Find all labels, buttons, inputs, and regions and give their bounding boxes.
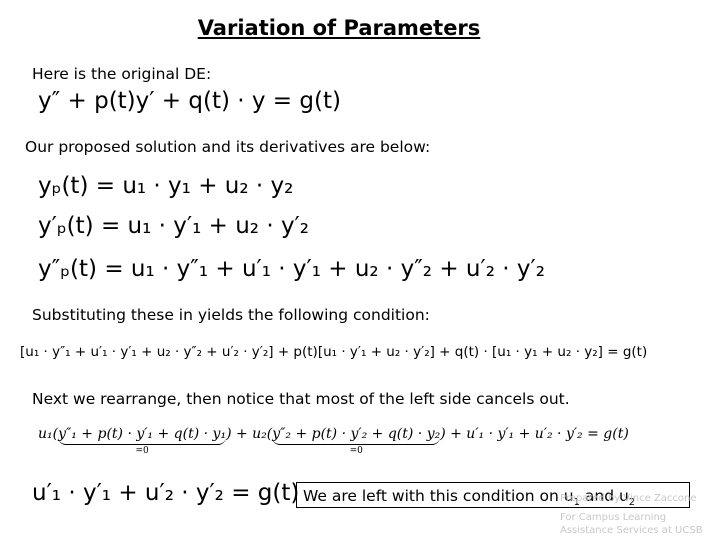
- proposed-text: Our proposed solution and its derivative…: [25, 138, 431, 156]
- footer-line-1: Prepared by Vince Zaccone: [560, 493, 697, 504]
- original-de-equation: y″ + p(t)y′ + q(t) · y = g(t): [38, 88, 341, 114]
- substituting-text: Substituting these in yields the followi…: [32, 306, 430, 324]
- callout-text: We are left with this condition on u: [303, 487, 574, 505]
- zero-label: =0: [349, 446, 363, 456]
- zero-label: =0: [135, 446, 149, 456]
- second-derivative-equation: y″ₚ(t) = u₁ · y″₁ + u′₁ · y′₁ + u₂ · y″₂…: [38, 256, 545, 282]
- footer-line-2: For Campus Learning: [560, 512, 667, 523]
- rearranged-mid: ) + u₂(: [226, 426, 273, 442]
- substituted-equation: [u₁ · y″₁ + u′₁ · y′₁ + u₂ · y″₂ + u′₂ ·…: [20, 344, 648, 360]
- footer-line-3: Assistance Services at UCSB: [560, 525, 703, 536]
- group-1-text: y″₁ + p(t) · y′₁ + q(t) · y₁: [58, 426, 227, 442]
- solution-equation: yₚ(t) = u₁ · y₁ + u₂ · y₂: [38, 173, 294, 199]
- cancel-group-1: y″₁ + p(t) · y′₁ + q(t) · y₁ =0: [58, 426, 227, 456]
- rearranged-equation: u₁(y″₁ + p(t) · y′₁ + q(t) · y₁ =0 ) + u₂(…: [38, 426, 629, 456]
- intro-text: Here is the original DE:: [32, 65, 212, 83]
- final-condition-equation: u′₁ · y′₁ + u′₂ · y′₂ = g(t): [32, 480, 300, 506]
- rearranged-prefix: u₁(: [38, 426, 59, 442]
- rearranged-suffix: ) + u′₁ · y′₁ + u′₂ · y′₂ = g(t): [440, 426, 629, 442]
- group-2-text: y″₂ + p(t) · y′₂ + q(t) · y₂: [272, 426, 441, 442]
- first-derivative-equation: y′ₚ(t) = u₁ · y′₁ + u₂ · y′₂: [38, 213, 310, 239]
- page-title: Variation of Parameters: [197, 16, 481, 40]
- rearrange-text: Next we rearrange, then notice that most…: [32, 390, 570, 408]
- cancel-group-2: y″₂ + p(t) · y′₂ + q(t) · y₂ =0: [272, 426, 441, 456]
